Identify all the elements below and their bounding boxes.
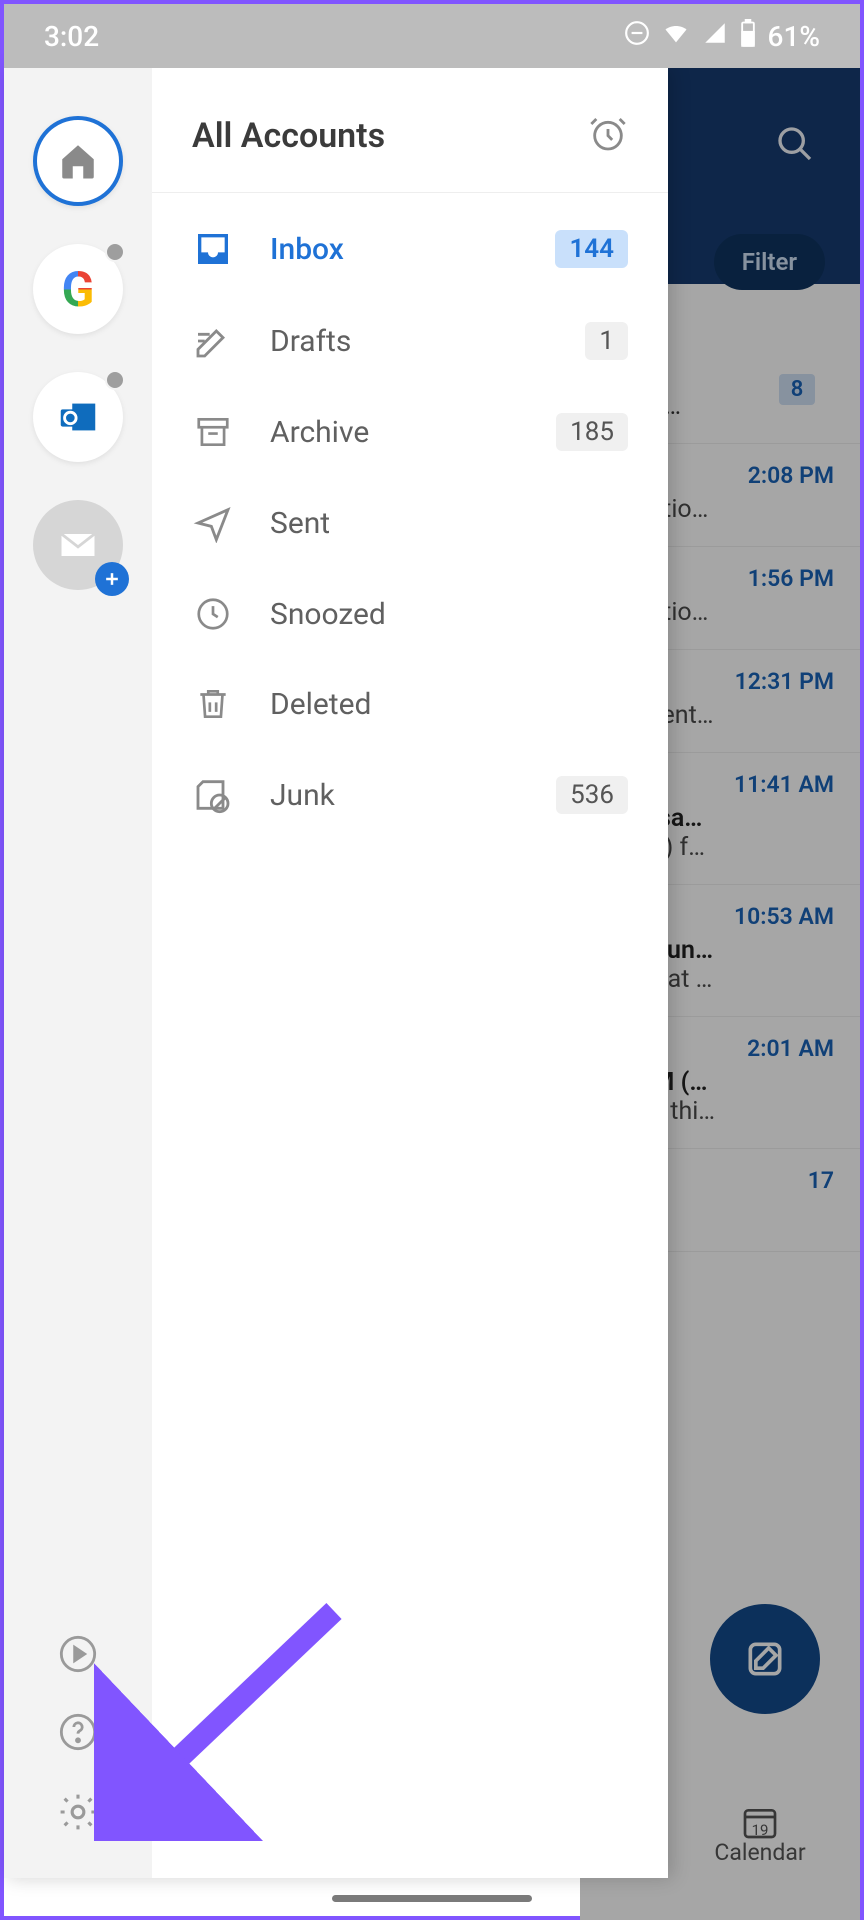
battery-percentage: 61% [768, 20, 820, 53]
folder-count: 1 [585, 322, 628, 360]
folder-count: 536 [556, 776, 628, 814]
play-icon[interactable] [58, 1634, 98, 1678]
folder-count: 144 [555, 230, 628, 268]
folder-count: 185 [556, 413, 628, 451]
trash-icon [192, 685, 234, 723]
folder-sent[interactable]: Sent [152, 477, 668, 569]
account-outlook[interactable] [33, 372, 123, 462]
folder-archive[interactable]: Archive 185 [152, 387, 668, 477]
alarm-icon[interactable] [588, 114, 628, 158]
folder-label: Snoozed [270, 597, 628, 632]
home-indicator[interactable] [332, 1895, 532, 1902]
folder-snoozed[interactable]: Snoozed [152, 569, 668, 659]
help-icon[interactable] [58, 1712, 98, 1756]
folder-label: Deleted [270, 687, 628, 722]
folder-label: Drafts [270, 324, 549, 359]
signal-icon [702, 20, 728, 53]
folder-list: Inbox 144 Drafts 1 Archive 185 Sent [152, 192, 668, 841]
folder-inbox[interactable]: Inbox 144 [152, 203, 668, 295]
inbox-icon [192, 229, 234, 269]
account-rail: G [4, 68, 152, 1878]
settings-icon[interactable] [56, 1790, 100, 1838]
drafts-icon [192, 321, 234, 361]
folder-junk[interactable]: Junk 536 [152, 749, 668, 841]
navigation-drawer: G All Accounts [4, 68, 668, 1878]
status-bar: 3:02 61% [4, 4, 860, 68]
junk-icon [192, 775, 234, 815]
snoozed-icon [192, 595, 234, 633]
drawer-title: All Accounts [192, 116, 385, 156]
account-home[interactable] [33, 116, 123, 206]
folder-label: Junk [270, 778, 520, 813]
folder-panel: All Accounts Inbox 144 Drafts 1 [152, 68, 668, 1878]
status-time: 3:02 [44, 20, 99, 53]
account-google[interactable]: G [33, 244, 123, 334]
archive-icon [192, 413, 234, 451]
wifi-icon [662, 19, 690, 54]
sent-icon [192, 503, 234, 543]
folder-label: Inbox [270, 232, 519, 267]
folder-label: Archive [270, 415, 520, 450]
folder-deleted[interactable]: Deleted [152, 659, 668, 749]
add-account-button[interactable] [33, 500, 123, 590]
dnd-icon [624, 20, 650, 53]
battery-icon [740, 19, 756, 54]
folder-label: Sent [270, 506, 628, 541]
folder-drafts[interactable]: Drafts 1 [152, 295, 668, 387]
